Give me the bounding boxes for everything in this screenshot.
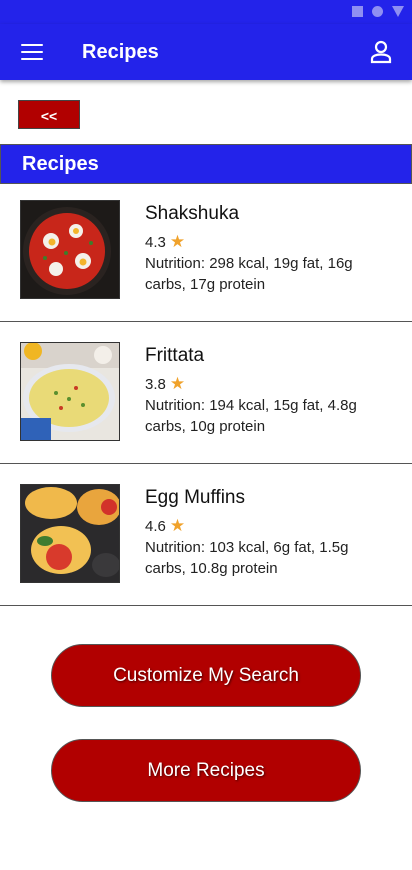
triangle-icon <box>392 6 404 17</box>
star-icon: ★ <box>169 374 186 393</box>
menu-icon[interactable] <box>21 44 43 61</box>
app-bar: Recipes <box>0 24 412 80</box>
star-icon: ★ <box>169 232 186 251</box>
recipe-name: Egg Muffins <box>145 487 245 508</box>
rating-value: 3.8 <box>145 376 166 393</box>
rating-value: 4.3 <box>145 234 166 251</box>
rating-value: 4.6 <box>145 518 166 535</box>
status-icons <box>352 6 404 17</box>
recipe-nutrition: Nutrition: 103 kcal, 6g fat, 1.5g carbs,… <box>145 539 349 577</box>
recipe-rating: 3.8 ★ <box>145 374 185 394</box>
recipe-image-egg-muffins <box>20 484 120 583</box>
section-header: Recipes <box>0 144 412 184</box>
square-icon <box>352 6 363 17</box>
recipe-name: Frittata <box>145 345 205 366</box>
circle-icon <box>372 6 383 17</box>
recipe-name: Shakshuka <box>145 203 240 224</box>
recipe-image-frittata <box>20 342 120 441</box>
recipe-item-egg-muffins[interactable]: Egg Muffins 4.6 ★ Nutrition: 103 kcal, 6g… <box>0 464 412 606</box>
recipe-image-shakshuka <box>20 200 120 299</box>
more-recipes-button[interactable]: More Recipes <box>51 739 361 802</box>
customize-search-button[interactable]: Customize My Search <box>51 644 361 707</box>
recipe-item-shakshuka[interactable]: Shakshuka 4.3 ★ Nutrition: 298 kcal, 19g … <box>0 180 412 322</box>
star-icon: ★ <box>169 516 186 535</box>
status-bar <box>0 0 412 24</box>
recipe-rating: 4.6 ★ <box>145 516 185 536</box>
recipe-item-frittata[interactable]: Frittata 3.8 ★ Nutrition: 194 kcal, 15g f… <box>0 322 412 464</box>
recipe-nutrition: Nutrition: 194 kcal, 15g fat, 4.8g carbs… <box>145 397 357 435</box>
app-title: Recipes <box>82 41 159 63</box>
account-icon[interactable] <box>370 40 392 64</box>
recipe-nutrition: Nutrition: 298 kcal, 19g fat, 16g carbs,… <box>145 255 353 293</box>
section-title: Recipes <box>22 153 99 175</box>
recipe-list: Shakshuka 4.3 ★ Nutrition: 298 kcal, 19g … <box>0 180 412 606</box>
back-button[interactable]: << <box>18 100 80 129</box>
recipe-rating: 4.3 ★ <box>145 232 185 252</box>
